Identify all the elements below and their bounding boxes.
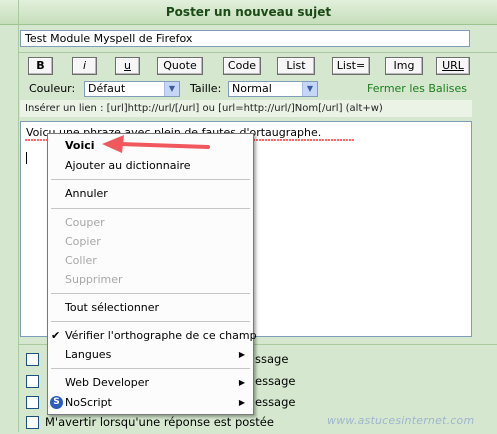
size-select-value: Normal bbox=[232, 82, 272, 95]
watermark: www.astucesinternet.com bbox=[327, 414, 475, 427]
size-label: Taille: bbox=[190, 82, 222, 95]
option-text: essage bbox=[255, 374, 296, 388]
bold-button[interactable]: B bbox=[28, 57, 53, 75]
menu-item-noscript[interactable]: S NoScript ▶ bbox=[48, 393, 253, 413]
option-checkbox[interactable] bbox=[26, 353, 39, 366]
menu-item-cut: Couper bbox=[65, 216, 105, 229]
quote-button[interactable]: Quote bbox=[157, 57, 203, 75]
close-tags-link[interactable]: Fermer les Balises bbox=[367, 82, 467, 95]
option-text: ssage bbox=[255, 352, 289, 366]
submenu-arrow-icon: ▶ bbox=[238, 378, 245, 387]
form-title: Poster un nouveau sujet bbox=[165, 5, 332, 19]
menu-separator bbox=[51, 368, 250, 369]
list-ordered-button[interactable]: List= bbox=[332, 57, 370, 75]
menu-item-languages[interactable]: Langues ▶ bbox=[48, 345, 253, 365]
italic-button[interactable]: i bbox=[72, 57, 97, 75]
menu-item-undo[interactable]: Annuler bbox=[48, 184, 253, 204]
checkmark-icon: ✔ bbox=[51, 329, 61, 342]
menu-item-add-dictionary[interactable]: Ajouter au dictionnaire bbox=[48, 156, 253, 176]
url-button[interactable]: URL bbox=[436, 57, 470, 75]
size-select[interactable]: Normal ▼ bbox=[228, 81, 318, 97]
img-button[interactable]: Img bbox=[385, 57, 423, 75]
color-select[interactable]: Défaut ▼ bbox=[84, 81, 180, 97]
noscript-icon: S bbox=[50, 396, 63, 409]
menu-item-noscript-label: NoScript bbox=[65, 396, 112, 409]
url-hint: Insérer un lien : [url]http://url/[/url]… bbox=[20, 100, 472, 117]
menu-separator bbox=[51, 208, 250, 209]
menu-item-select-all[interactable]: Tout sélectionner bbox=[48, 298, 253, 318]
form-header: Poster un nouveau sujet bbox=[0, 0, 497, 25]
menu-separator bbox=[51, 293, 250, 294]
context-menu: Voici Ajouter au dictionnaire Annuler Co… bbox=[47, 133, 257, 415]
text-caret bbox=[26, 152, 27, 164]
left-column-divider bbox=[18, 25, 19, 432]
menu-item-languages-label: Langues bbox=[65, 348, 112, 361]
menu-separator bbox=[51, 321, 250, 322]
row-divider bbox=[18, 52, 497, 53]
submenu-arrow-icon: ▶ bbox=[238, 398, 245, 407]
menu-item-web-developer-label: Web Developer bbox=[65, 376, 150, 389]
list-button[interactable]: List bbox=[277, 57, 315, 75]
option-checkbox[interactable] bbox=[26, 375, 39, 388]
menu-item-delete: Supprimer bbox=[65, 273, 123, 286]
color-select-value: Défaut bbox=[88, 82, 126, 95]
subject-input[interactable]: Test Module Myspell de Firefox bbox=[20, 30, 470, 47]
menu-item-paste: Coller bbox=[65, 254, 97, 267]
menu-item-check-spelling[interactable]: ✔ Vérifier l'orthographe de ce champ bbox=[48, 326, 257, 346]
color-label: Couleur: bbox=[29, 82, 76, 95]
menu-separator bbox=[51, 179, 250, 180]
notify-reply-label: M'avertir lorsqu'une réponse est postée bbox=[45, 415, 274, 429]
option-text: essage bbox=[255, 395, 296, 409]
chevron-down-icon: ▼ bbox=[164, 82, 179, 96]
menu-item-copy: Copier bbox=[65, 235, 101, 248]
annotation-arrow-icon bbox=[102, 135, 210, 153]
underline-button[interactable]: u bbox=[115, 57, 140, 75]
option-checkbox[interactable] bbox=[26, 396, 39, 409]
submenu-arrow-icon: ▶ bbox=[238, 350, 245, 359]
code-button[interactable]: Code bbox=[223, 57, 261, 75]
header-divider bbox=[18, 0, 19, 25]
menu-item-web-developer[interactable]: Web Developer ▶ bbox=[48, 373, 253, 393]
chevron-down-icon: ▼ bbox=[302, 82, 317, 96]
notify-reply-checkbox[interactable] bbox=[26, 416, 39, 429]
menu-item-check-spelling-label: Vérifier l'orthographe de ce champ bbox=[65, 329, 257, 342]
